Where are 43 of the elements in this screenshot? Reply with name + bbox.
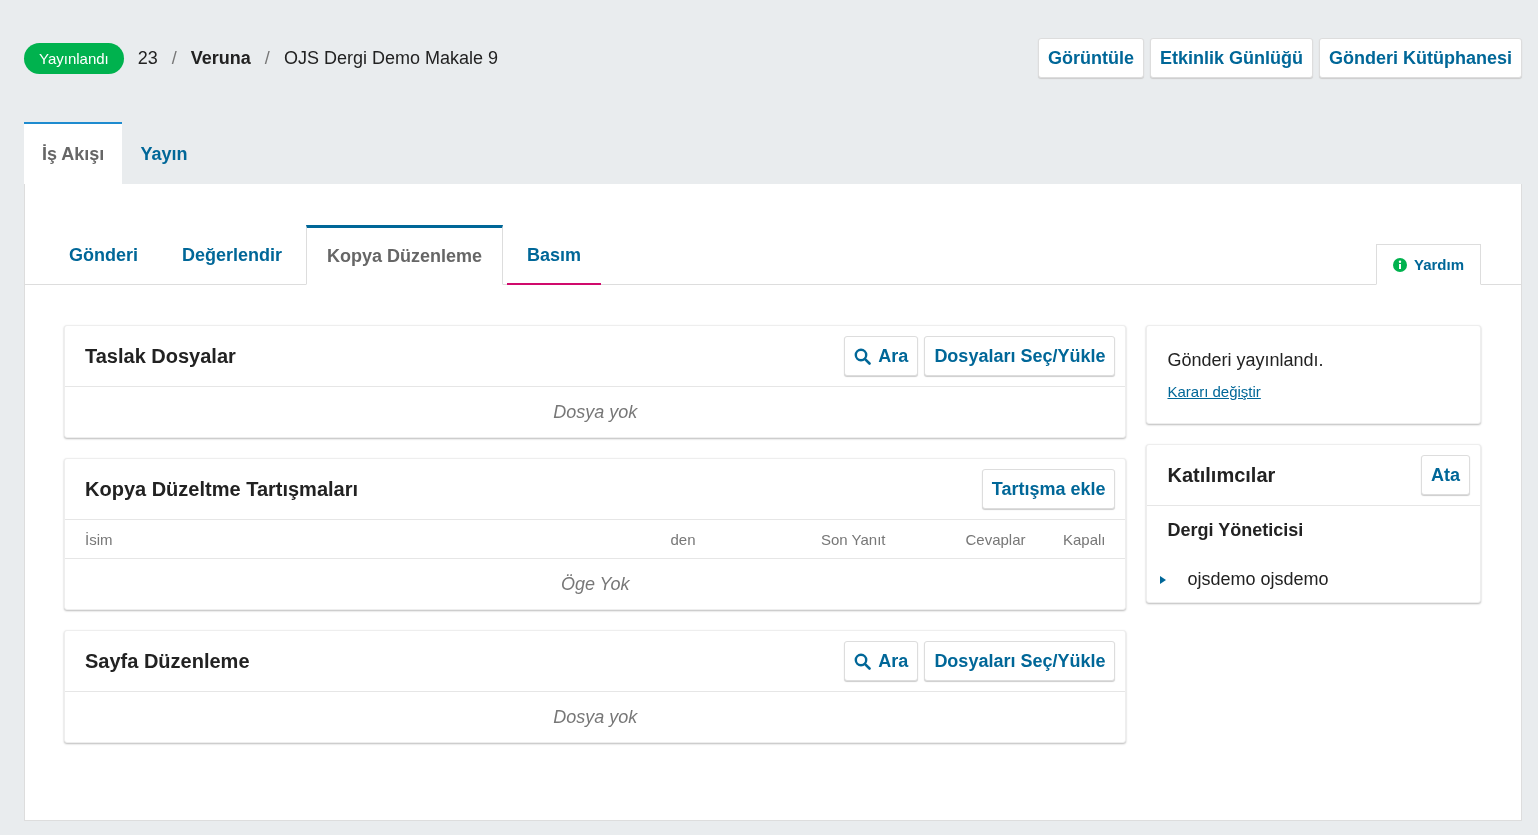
stage-tab[interactable]: Gönderi — [49, 225, 158, 285]
action-button[interactable]: Tartışma ekle — [981, 469, 1116, 509]
participants-title: Katılımcılar — [1167, 463, 1276, 487]
breadcrumb-separator: / — [171, 47, 177, 69]
column-header: den — [669, 530, 697, 548]
grid-title: Taslak Dosyalar — [85, 344, 236, 368]
participant-item[interactable]: ojsdemo ojsdemo — [1147, 541, 1480, 602]
change-decision-link[interactable]: Kararı değiştir — [1167, 383, 1261, 400]
breadcrumb-id: 23 — [137, 47, 158, 69]
empty-message: Dosya yok — [552, 401, 639, 424]
action-button[interactable]: Dosyaları Seç/Yükle — [924, 336, 1116, 376]
search-icon — [854, 652, 872, 670]
column-header: Kapalı — [1061, 530, 1106, 548]
empty-message: Öge Yok — [559, 573, 631, 596]
empty-message: Dosya yok — [552, 706, 639, 729]
search-button[interactable]: Ara — [844, 336, 919, 376]
breadcrumb-journal: Veruna — [190, 47, 251, 69]
help-button[interactable]: Yardım — [1375, 244, 1481, 285]
decision-text: Gönderi yayınlandı. — [1167, 350, 1325, 371]
breadcrumb-title: OJS Dergi Demo Makale 9 — [283, 47, 498, 69]
grid-title: Kopya Düzeltme Tartışmaları — [85, 477, 359, 501]
grid-title: Sayfa Düzenleme — [85, 649, 250, 673]
column-header: Cevaplar — [964, 530, 1026, 548]
header-action-button[interactable]: Gönderi Kütüphanesi — [1319, 38, 1522, 78]
action-button[interactable]: Dosyaları Seç/Yükle — [924, 641, 1116, 681]
search-icon — [854, 347, 872, 365]
status-badge: Yayınlandı — [24, 42, 124, 74]
assign-button[interactable]: Ata — [1421, 455, 1470, 495]
info-icon — [1392, 257, 1407, 272]
column-header: Son Yanıt — [820, 530, 886, 548]
stage-tab[interactable]: Basım — [507, 225, 602, 285]
stage-tab[interactable]: Değerlendir — [162, 225, 303, 285]
column-header: İsim — [85, 530, 114, 548]
help-label: Yardım — [1413, 256, 1464, 273]
header-action-button[interactable]: Etkinlik Günlüğü — [1150, 38, 1313, 78]
role-heading: Dergi Yöneticisi — [1166, 519, 1305, 541]
breadcrumb-separator: / — [264, 47, 270, 69]
header-action-button[interactable]: Görüntüle — [1038, 38, 1144, 78]
stage-tab[interactable]: Kopya Düzenleme — [306, 225, 504, 285]
participant-name: ojsdemo ojsdemo — [1187, 569, 1329, 590]
main-tab[interactable]: Yayın — [122, 122, 206, 184]
search-button[interactable]: Ara — [844, 641, 919, 681]
main-tab[interactable]: İş Akışı — [24, 122, 123, 184]
